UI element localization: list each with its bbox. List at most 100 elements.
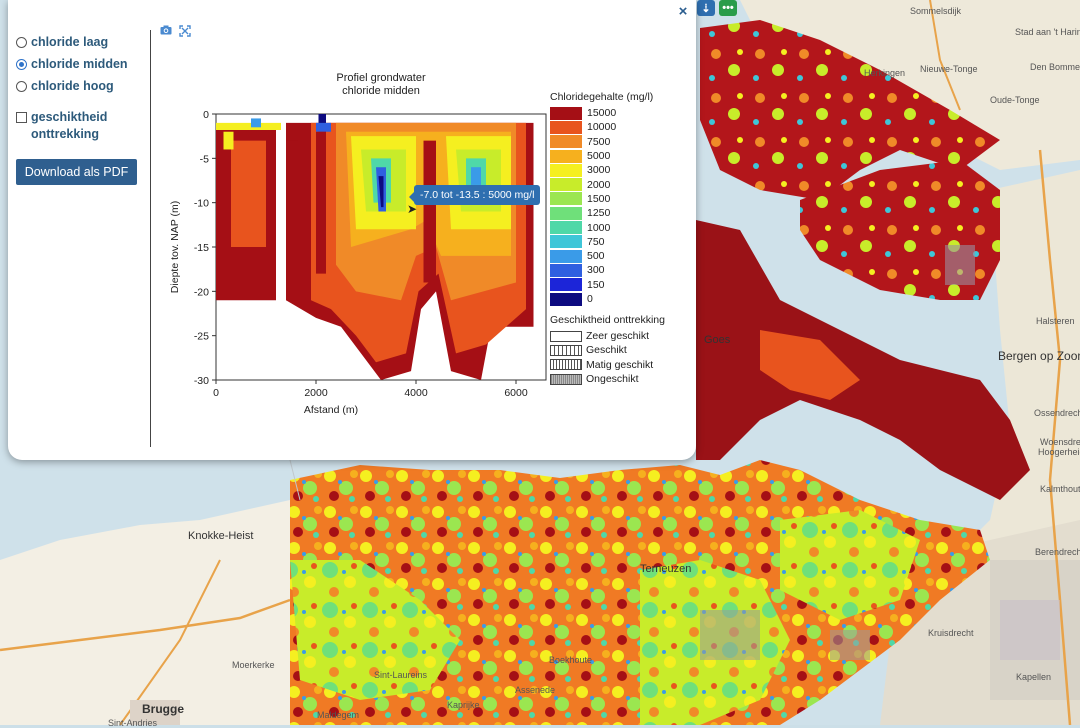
place-label: Berendrecht — [1035, 547, 1080, 557]
legend-label: 1000 — [587, 221, 611, 234]
place-label: Kapellen — [1016, 672, 1052, 682]
place-label: Goes — [704, 334, 731, 346]
close-icon[interactable]: × — [676, 4, 690, 19]
x-tick-label: 2000 — [304, 387, 328, 399]
legend-swatch — [550, 163, 582, 177]
option-chloride-midden[interactable]: chloride midden — [16, 53, 151, 75]
place-label: Kaprijke — [447, 700, 480, 710]
option-label: chloride hoog — [31, 79, 114, 93]
legend-label: 500 — [587, 250, 605, 263]
place-label: Herkingen — [864, 68, 906, 78]
legend-item: 0 — [550, 292, 653, 306]
legend-item: 15000 — [550, 106, 653, 120]
legend2-item: Matig geschikt — [550, 358, 665, 372]
legend-swatch — [550, 192, 582, 206]
suitability-legend: Geschiktheid onttrekking Zeer geschikt Ge… — [550, 314, 665, 386]
legend-item: 750 — [550, 235, 653, 249]
profile-region — [423, 140, 436, 283]
profile-region — [286, 140, 299, 301]
place-label: Woensdrecht — [1040, 437, 1080, 447]
legend-label: 2000 — [587, 178, 611, 191]
place-label: Maldegem — [317, 710, 360, 720]
legend-item: 7500 — [550, 135, 653, 149]
legend2-swatch — [550, 344, 582, 356]
legend2-item: Ongeschikt — [550, 372, 665, 386]
download-pdf-button[interactable]: Download als PDF — [16, 159, 137, 185]
legend-label: 3000 — [587, 164, 611, 177]
sort-icon[interactable]: ⇣ — [697, 0, 715, 16]
legend-item: 150 — [550, 278, 653, 292]
profile-region — [471, 167, 481, 185]
legend-label: 1500 — [587, 192, 611, 205]
checkbox-label-line2: onttrekking — [31, 127, 100, 141]
place-label: Sint-Laureins — [374, 670, 428, 680]
profile-region — [223, 131, 234, 150]
legend-label: 1250 — [587, 207, 611, 220]
chart-tools — [160, 25, 191, 40]
option-chloride-hoog[interactable]: chloride hoog — [16, 75, 151, 97]
legend-swatch — [550, 292, 582, 306]
legend-swatch — [550, 221, 582, 235]
camera-icon[interactable] — [160, 25, 172, 40]
y-tick-label: -10 — [194, 198, 209, 210]
chart-subtitle: chloride midden — [342, 85, 420, 97]
legend-swatch — [550, 278, 582, 292]
legend-swatch — [550, 263, 582, 277]
y-tick-label: -25 — [194, 331, 209, 343]
place-label: Bergen op Zoom — [998, 349, 1080, 363]
checkbox-geschiktheid[interactable] — [16, 112, 27, 123]
legend-label: 5000 — [587, 150, 611, 163]
legend-item: 1000 — [550, 220, 653, 235]
place-label: Den Bommel — [1030, 62, 1080, 72]
legend-swatch — [550, 149, 582, 163]
place-label: Oude-Tonge — [990, 95, 1040, 105]
legend-title: Chloridegehalte (mg/l) — [550, 91, 654, 103]
legend-swatch — [550, 235, 582, 249]
radio-chloride-laag[interactable] — [16, 36, 27, 48]
place-label: Knokke-Heist — [188, 530, 254, 542]
legend-label: 300 — [587, 264, 605, 277]
place-label: Halsteren — [1036, 316, 1075, 326]
legend-item: 10000 — [550, 120, 653, 134]
option-label: chloride laag — [31, 35, 109, 49]
legend-label: 10000 — [587, 121, 617, 134]
legend-label: 7500 — [587, 135, 611, 148]
legend2-swatch — [550, 330, 582, 342]
profile-region — [216, 122, 281, 130]
legend-item: 1250 — [550, 206, 653, 220]
chloride-legend: Chloridegehalte (mg/l) 15000 10000 7500 500… — [550, 91, 653, 306]
legend-label: 15000 — [587, 107, 617, 120]
profile-chart[interactable]: Profiel grondwaterchloride midden 0 2000 40… — [150, 66, 550, 426]
legend-swatch — [550, 106, 582, 120]
legend-item: 1500 — [550, 192, 653, 206]
checkbox-label-line1: geschiktheid — [31, 110, 108, 124]
legend-swatch — [550, 249, 582, 263]
x-tick-label: 4000 — [404, 387, 428, 399]
y-tick-label: -5 — [200, 153, 209, 165]
place-label: Ossendrecht — [1034, 408, 1080, 418]
y-tick-label: -30 — [194, 375, 209, 387]
legend-swatch — [550, 135, 582, 149]
option-geschiktheid[interactable]: geschiktheid onttrekking — [16, 109, 151, 143]
legend2-item: Geschikt — [550, 343, 665, 357]
radio-chloride-midden[interactable] — [16, 58, 27, 70]
place-label: Terneuzen — [640, 563, 692, 575]
legend2-label: Matig geschikt — [586, 358, 654, 371]
legend-swatch — [550, 178, 582, 192]
checkbox-label: geschiktheid onttrekking — [31, 109, 107, 143]
legend-label: 0 — [587, 293, 593, 305]
place-label: Kalmthout — [1040, 484, 1080, 494]
legend-swatch — [550, 120, 582, 134]
expand-icon[interactable] — [179, 25, 191, 40]
y-tick-label: 0 — [203, 109, 209, 121]
legend2-swatch — [550, 359, 582, 371]
chart-tooltip: -7.0 tot -13.5 : 5000 mg/l — [408, 185, 541, 205]
more-icon[interactable]: ••• — [719, 0, 737, 16]
legend-item: 5000 — [550, 149, 653, 163]
legend-swatch — [550, 206, 582, 220]
legend-item: 300 — [550, 263, 653, 277]
radio-chloride-hoog[interactable] — [16, 80, 27, 92]
option-chloride-laag[interactable]: chloride laag — [16, 31, 151, 53]
profile-region — [316, 122, 331, 132]
place-label: Nieuwe-Tonge — [920, 64, 978, 74]
